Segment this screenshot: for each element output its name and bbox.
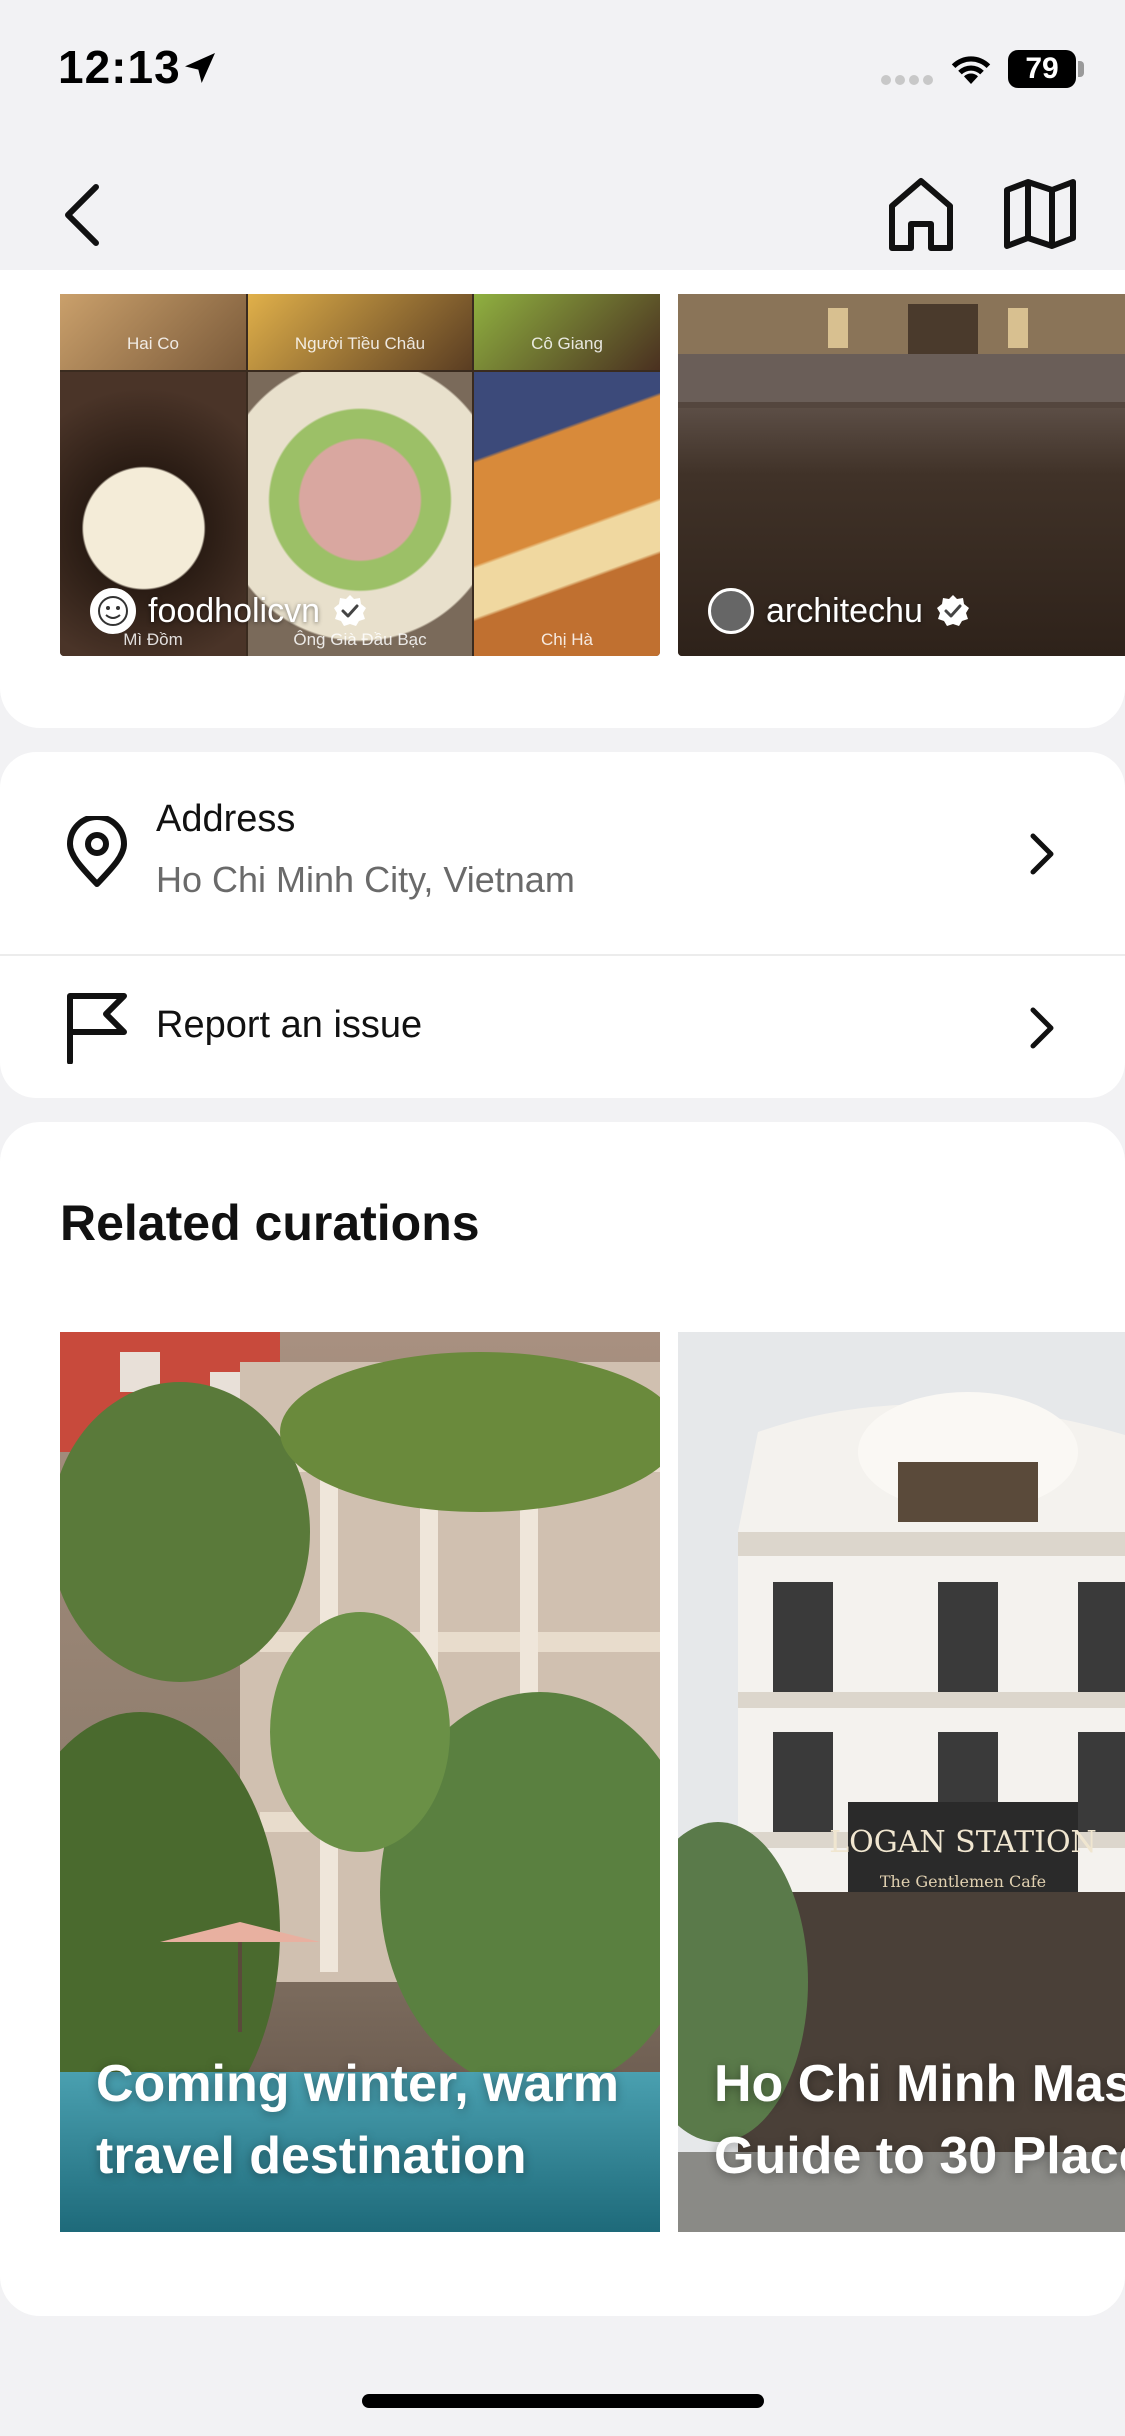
avatar (708, 588, 754, 634)
home-icon (889, 178, 953, 251)
curation-card[interactable]: LOGAN STATION The Gentlemen Cafe Ho Chi … (678, 1332, 1125, 2232)
curation-title: Coming winter, warm travel destination (96, 2055, 619, 2185)
cafe-sign-subtext: The Gentlemen Cafe (880, 1872, 1046, 1891)
avatar-logo-icon (98, 596, 128, 626)
collage-label: Chị Hà (541, 630, 593, 649)
location-pin-icon (67, 816, 127, 887)
report-text: Report an issue (156, 1004, 422, 1047)
curator-name: architechu (766, 591, 923, 630)
cellular-signal-icon (881, 75, 933, 85)
avatar (90, 588, 136, 634)
address-label: Address (156, 798, 296, 840)
status-bar: 12:13 79 (0, 0, 1125, 140)
curation-card[interactable]: Coming winter, warm travel destination (60, 1332, 660, 2232)
home-indicator (362, 2394, 764, 2408)
map-icon (1004, 179, 1076, 249)
info-card: Address Ho Chi Minh City, Vietnam Report… (0, 752, 1125, 1098)
curator-tile-foodholicvn[interactable]: Hai Co Người Tiều Châu Cô Giang Mì Đồm Ô… (60, 294, 660, 656)
address-row[interactable]: Address Ho Chi Minh City, Vietnam (0, 752, 1125, 954)
curators-card: Hai Co Người Tiều Châu Cô Giang Mì Đồm Ô… (0, 270, 1125, 728)
curator-name: foodholicvn (148, 591, 321, 630)
curation-title: Ho Chi Minh Master's Guide to 30 Places (714, 2055, 1125, 2185)
battery-cap (1078, 61, 1084, 77)
status-time: 12:13 (58, 41, 181, 93)
verified-badge-icon (936, 595, 969, 626)
report-label: Report an issue (156, 1004, 423, 1046)
collage-label: Hai Co (127, 334, 179, 353)
collage-label: Cô Giang (531, 334, 603, 353)
cafe-sign-text: LOGAN STATION (829, 1825, 1097, 1860)
chevron-right-icon (1030, 833, 1054, 875)
address-value: Ho Chi Minh City, Vietnam (156, 859, 575, 900)
battery-indicator: 79 (1008, 50, 1076, 88)
chevron-right-icon (1030, 1007, 1054, 1049)
collage-label: Người Tiều Châu (294, 334, 426, 353)
address-text: Address Ho Chi Minh City, Vietnam (156, 798, 575, 901)
collage-cell: Người Tiều Châu (248, 294, 472, 370)
collage-cell: Cô Giang (474, 294, 660, 370)
collage-cell: Hai Co (60, 294, 246, 370)
curator-chip: foodholicvn (90, 588, 368, 634)
flag-icon (67, 993, 127, 1064)
curator-chip: architechu (708, 588, 971, 634)
report-issue-row[interactable]: Report an issue (0, 956, 1125, 1098)
nav-bar (0, 140, 1125, 290)
wifi-icon (951, 56, 991, 84)
location-arrow-icon (185, 53, 215, 83)
verified-badge-icon (334, 595, 367, 626)
curator-tile-architechu[interactable]: architechu (678, 294, 1125, 656)
collage-cell: Chị Hà (474, 372, 660, 656)
back-button[interactable] (52, 178, 112, 252)
screen: 12:13 79 Hai Co Người Tiều Châu Cô Giang… (0, 0, 1125, 2436)
section-title: Related curations (60, 1195, 480, 1251)
map-button[interactable] (1002, 176, 1078, 252)
home-button[interactable] (886, 176, 956, 252)
chevron-left-icon (65, 184, 99, 246)
related-curations-card: Related curations Coming winter, warm tr… (0, 1122, 1125, 2316)
